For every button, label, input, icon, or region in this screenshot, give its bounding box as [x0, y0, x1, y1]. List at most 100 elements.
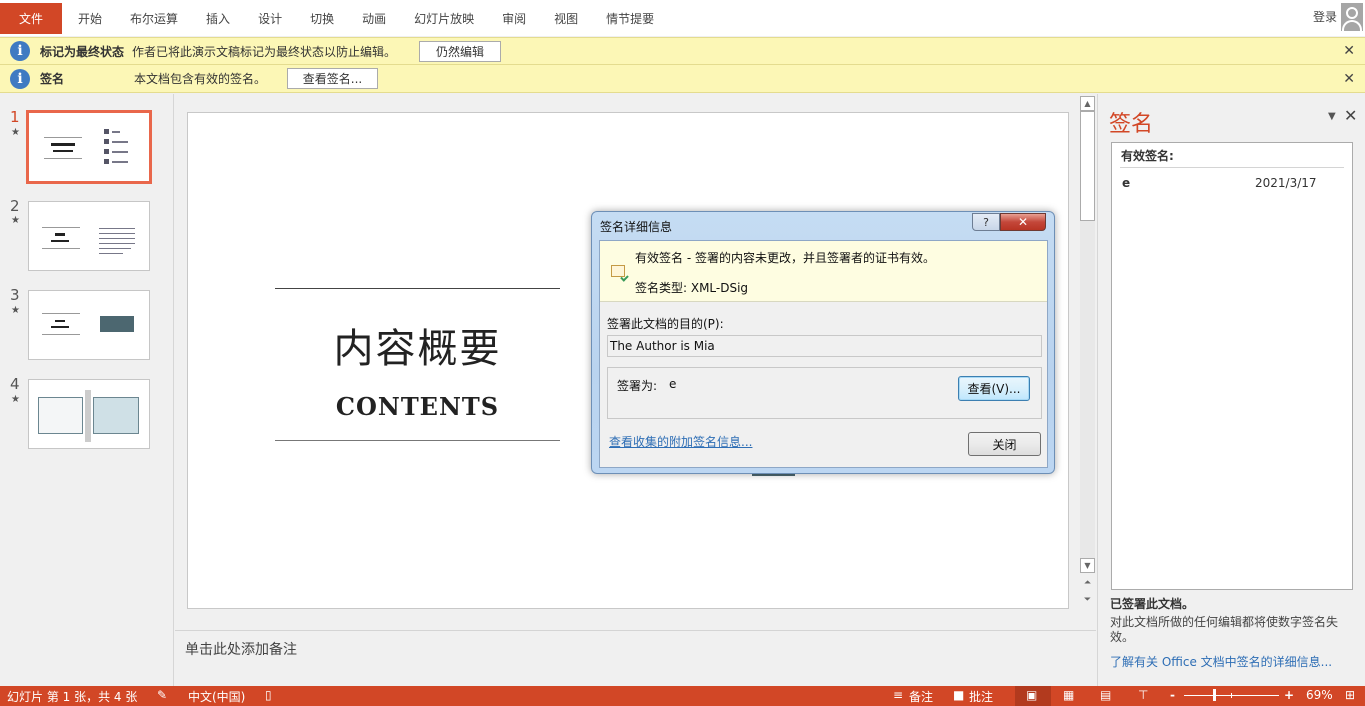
- scroll-up-button[interactable]: ▲: [1080, 96, 1095, 111]
- ribbon-tabs: 文件 开始 布尔运算 插入 设计 切换 动画 幻灯片放映 审阅 视图 情节提要 …: [0, 0, 1365, 36]
- scroll-down-button[interactable]: ▼: [1080, 558, 1095, 573]
- view-signatures-button[interactable]: 查看签名...: [287, 68, 378, 89]
- slide-number: 2: [10, 197, 20, 215]
- previous-slide-icon[interactable]: ⏶: [1080, 575, 1095, 590]
- zoom-slider-thumb[interactable]: [1213, 689, 1216, 701]
- message-title: 签名: [40, 72, 65, 86]
- comments-toggle[interactable]: 批注: [969, 688, 993, 705]
- pane-menu-icon[interactable]: ▼: [1328, 111, 1336, 122]
- dialog-close-button[interactable]: ✕: [1000, 213, 1046, 231]
- info-icon: i: [10, 41, 30, 61]
- info-icon: i: [10, 68, 30, 89]
- language-indicator[interactable]: 中文(中国): [188, 688, 245, 705]
- vertical-scrollbar[interactable]: ▲ ▼ ⏶ ⏷: [1080, 96, 1095, 608]
- message-bar-final: i 标记为最终状态 作者已将此演示文稿标记为最终状态以防止编辑。 仍然编辑 ✕: [0, 37, 1365, 65]
- slide-number: 3: [10, 286, 20, 304]
- edit-anyway-button[interactable]: 仍然编辑: [419, 40, 501, 62]
- comments-icon[interactable]: ■: [953, 688, 964, 702]
- animation-star-icon: ★: [11, 394, 20, 405]
- signer-name[interactable]: e: [1122, 176, 1130, 190]
- slide-number: 1: [10, 108, 20, 126]
- tab-view[interactable]: 视图: [540, 2, 592, 34]
- zoom-out-button[interactable]: -: [1170, 688, 1175, 702]
- zoom-in-button[interactable]: +: [1284, 688, 1294, 702]
- view-certificate-button[interactable]: 查看(V)...: [958, 376, 1030, 401]
- close-icon[interactable]: ✕: [1343, 71, 1355, 87]
- slide-subtitle[interactable]: CONTENTS: [275, 392, 560, 421]
- next-slide-icon[interactable]: ⏷: [1080, 592, 1095, 607]
- notes-toggle[interactable]: 备注: [909, 688, 933, 705]
- avatar-icon[interactable]: [1341, 3, 1363, 31]
- purpose-label: 签署此文档的目的(P):: [607, 317, 724, 331]
- spelling-check-icon[interactable]: ✎: [157, 688, 167, 702]
- tab-boolean[interactable]: 布尔运算: [116, 2, 192, 34]
- slide-number: 4: [10, 375, 20, 393]
- signature-pane: 签名 ▼ ✕ 有效签名: e 2021/3/17 已签署此文档。 对此文档所做的…: [1097, 94, 1365, 686]
- close-icon[interactable]: ✕: [1343, 43, 1355, 59]
- dialog-title: 签名详细信息: [600, 220, 673, 234]
- signature-date[interactable]: 2021/3/17: [1255, 176, 1317, 190]
- signature-status-banner: 有效签名 - 签署的内容未更改，并且签署者的证书有效。 签名类型: XML-DS…: [600, 241, 1047, 302]
- slide-sorter-icon[interactable]: ▦: [1063, 688, 1074, 702]
- slide-count: 幻灯片 第 1 张，共 4 张: [7, 690, 138, 704]
- normal-view-icon[interactable]: ▣: [1026, 688, 1037, 702]
- notes-icon[interactable]: ≡: [893, 688, 903, 702]
- slideshow-icon[interactable]: ⊤: [1138, 688, 1148, 702]
- signed-as-label: 签署为:: [617, 379, 658, 393]
- signature-type-text: 签名类型: XML-DSig: [635, 281, 749, 295]
- animation-star-icon: ★: [11, 305, 20, 316]
- signature-list: 有效签名: e 2021/3/17: [1111, 142, 1353, 590]
- zoom-center-tick: [1231, 693, 1232, 698]
- animation-star-icon: ★: [11, 215, 20, 226]
- message-text: 本文档包含有效的签名。: [134, 72, 267, 86]
- slide-thumbnail-3[interactable]: [28, 290, 150, 360]
- fit-to-window-icon[interactable]: ⊞: [1345, 688, 1355, 702]
- signer-group: 签署为: e 查看(V)...: [607, 367, 1042, 419]
- signed-as-value: e: [669, 377, 677, 391]
- additional-info-link[interactable]: 查看收集的附加签名信息...: [609, 433, 752, 450]
- status-bar: 幻灯片 第 1 张，共 4 张 ✎ 中文(中国) ▯ ≡ 备注 ■ 批注 ▣ ▦…: [0, 686, 1365, 706]
- signature-status-text: 有效签名 - 签署的内容未更改，并且签署者的证书有效。: [635, 251, 935, 265]
- signin-link[interactable]: 登录: [1313, 8, 1337, 25]
- zoom-level[interactable]: 69%: [1306, 688, 1333, 702]
- powerpoint-window: 文件 开始 布尔运算 插入 设计 切换 动画 幻灯片放映 审阅 视图 情节提要 …: [0, 0, 1365, 706]
- tab-storyboard[interactable]: 情节提要: [592, 2, 668, 34]
- signature-warning: 对此文档所做的任何编辑都将使数字签名失效。: [1110, 615, 1339, 644]
- slide-thumbnail-1[interactable]: [26, 110, 152, 184]
- valid-signature-icon: [611, 265, 625, 277]
- pane-close-icon[interactable]: ✕: [1344, 106, 1357, 125]
- message-bar-signature: i 签名 本文档包含有效的签名。 查看签名... ✕: [0, 65, 1365, 93]
- slide-thumbnails-pane: 1 ★ 2 ★ 3 ★ 4 ★: [0, 94, 174, 686]
- scroll-track[interactable]: [1080, 221, 1095, 558]
- slide-title[interactable]: 内容概要: [275, 316, 560, 374]
- close-button[interactable]: 关闭: [968, 432, 1041, 456]
- tab-slideshow[interactable]: 幻灯片放映: [400, 2, 488, 34]
- animation-star-icon: ★: [11, 127, 20, 138]
- divider-top: [275, 288, 560, 289]
- reading-view-icon[interactable]: ▤: [1100, 688, 1111, 702]
- notes-placeholder[interactable]: 单击此处添加备注: [185, 639, 297, 659]
- signature-details-dialog: 签名详细信息 ? ✕ 有效签名 - 签署的内容未更改，并且签署者的证书有效。 签…: [591, 211, 1055, 474]
- message-title: 标记为最终状态: [40, 44, 125, 59]
- valid-signatures-header: 有效签名:: [1121, 149, 1174, 163]
- accessibility-icon[interactable]: ▯: [265, 688, 272, 702]
- tab-transitions[interactable]: 切换: [296, 2, 348, 34]
- tab-file[interactable]: 文件: [0, 2, 63, 34]
- pane-title: 签名: [1109, 112, 1154, 137]
- divider: [1120, 167, 1344, 168]
- signed-label: 已签署此文档。: [1110, 597, 1195, 611]
- tab-insert[interactable]: 插入: [192, 2, 244, 34]
- purpose-field[interactable]: The Author is Mia: [607, 335, 1042, 357]
- dialog-body: 有效签名 - 签署的内容未更改，并且签署者的证书有效。 签名类型: XML-DS…: [599, 240, 1048, 468]
- slide-thumbnail-2[interactable]: [28, 201, 150, 271]
- slide-thumbnail-4[interactable]: [28, 379, 150, 449]
- tab-review[interactable]: 审阅: [488, 2, 540, 34]
- scroll-thumb[interactable]: [1080, 111, 1095, 221]
- tab-animations[interactable]: 动画: [348, 2, 400, 34]
- notes-pane[interactable]: 单击此处添加备注: [175, 630, 1096, 686]
- learn-more-link[interactable]: 了解有关 Office 文档中签名的详细信息...: [1110, 653, 1332, 670]
- message-text: 作者已将此演示文稿标记为最终状态以防止编辑。: [132, 44, 397, 59]
- tab-home[interactable]: 开始: [64, 2, 116, 34]
- tab-design[interactable]: 设计: [244, 2, 296, 34]
- help-button[interactable]: ?: [972, 213, 1000, 231]
